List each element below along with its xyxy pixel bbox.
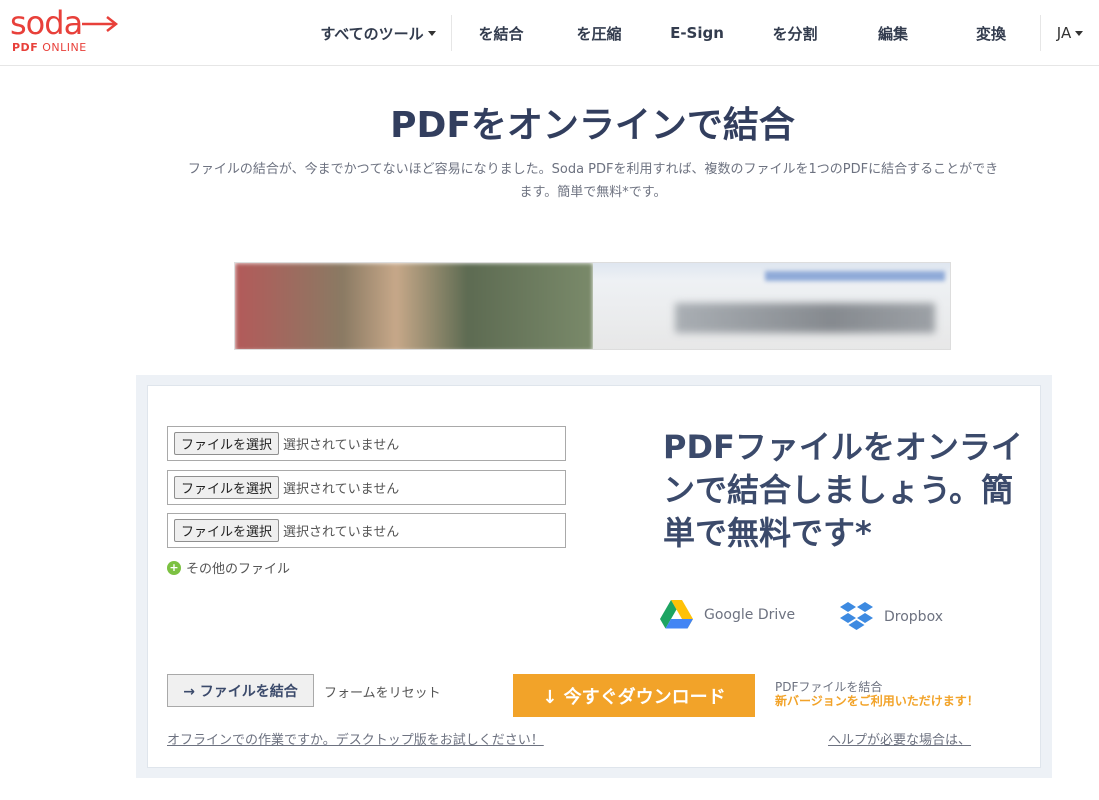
page-intro: ファイルの結合が、今までかつてないほど容易になりました。Soda PDFを利用す… [160,158,1026,204]
ad-banner-bar [765,271,945,281]
reset-form-link[interactable]: フォームをリセット [324,682,441,701]
choose-file-button[interactable]: ファイルを選択 [174,519,280,542]
merge-files-button[interactable]: → ファイルを結合 [167,674,314,707]
ad-banner[interactable] [234,262,951,350]
nav-all-tools-label: すべてのツール [320,24,424,43]
dropbox-label: Dropbox [884,608,943,625]
new-version-note[interactable]: PDFファイルを結合 新バージョンをご利用いただけます！ [775,680,979,708]
plus-icon: + [167,560,181,575]
google-drive-icon [660,600,693,629]
google-drive-label: Google Drive [704,606,796,623]
nav-merge[interactable]: を結合 [452,0,550,66]
download-now-button[interactable]: ↓ 今すぐダウンロード [513,674,755,717]
intro-line-2: ます。簡単で無料*です。 [519,185,667,200]
nav-edit[interactable]: 編集 [844,0,942,66]
intro-line-1: ファイルの結合が、今までかつてないほど容易になりました。Soda PDFを利用す… [187,162,999,177]
language-selector[interactable]: JA [1041,0,1099,66]
choose-file-button[interactable]: ファイルを選択 [174,476,280,499]
chevron-down-icon [427,30,436,36]
file-status: 選択されていません [283,438,400,453]
promo-heading: PDFファイルをオンラインで結合しましょう。簡単で無料です* [663,428,1023,552]
nav-compress[interactable]: を圧縮 [550,0,648,66]
soda-pdf-logo[interactable]: soda PDF ONLINE [10,6,122,58]
add-more-files-link[interactable]: + その他のファイル [167,558,290,577]
file-status: 選択されていません [283,525,400,540]
logo-sub-pdf: PDF [12,41,39,54]
version-note-line-1: PDFファイルを結合 [775,680,883,694]
page-title: PDFをオンラインで結合 [390,105,795,146]
nav-all-tools[interactable]: すべてのツール [305,0,451,66]
nav-split[interactable]: を分割 [746,0,844,66]
desktop-version-link[interactable]: オフラインでの作業ですか。デスクトップ版をお試しください！ [167,729,544,748]
ad-banner-image [235,263,593,349]
choose-file-button[interactable]: ファイルを選択 [174,432,280,455]
file-input-2[interactable]: ファイルを選択 選択されていません [167,470,566,505]
language-label: JA [1056,24,1072,42]
more-files-label: その他のファイル [186,562,291,577]
file-input-1[interactable]: ファイルを選択 選択されていません [167,426,566,461]
ad-banner-text [675,303,935,333]
google-drive-button[interactable]: Google Drive [660,600,795,629]
nav-convert[interactable]: 変換 [942,0,1040,66]
file-status: 選択されていません [283,482,400,497]
help-link[interactable]: ヘルプが必要な場合は、 [828,729,971,748]
logo-arrow-icon [82,16,119,32]
version-note-line-2: 新バージョンをご利用いただけます！ [775,694,979,708]
nav-esign[interactable]: E-Sign [648,0,746,66]
logo-wordmark: soda [10,4,83,42]
dropbox-button[interactable]: Dropbox [840,600,943,633]
logo-subtitle: PDF ONLINE [12,42,87,54]
main-nav: すべてのツール を結合 を圧縮 E-Sign を分割 編集 変換 JA [305,0,1099,66]
file-input-3[interactable]: ファイルを選択 選択されていません [167,513,566,548]
site-header: soda PDF ONLINE すべてのツール を結合 を圧縮 E-Sign を… [0,0,1099,66]
logo-sub-online: ONLINE [42,41,87,54]
dropbox-icon [840,602,873,630]
chevron-down-icon [1075,30,1084,36]
